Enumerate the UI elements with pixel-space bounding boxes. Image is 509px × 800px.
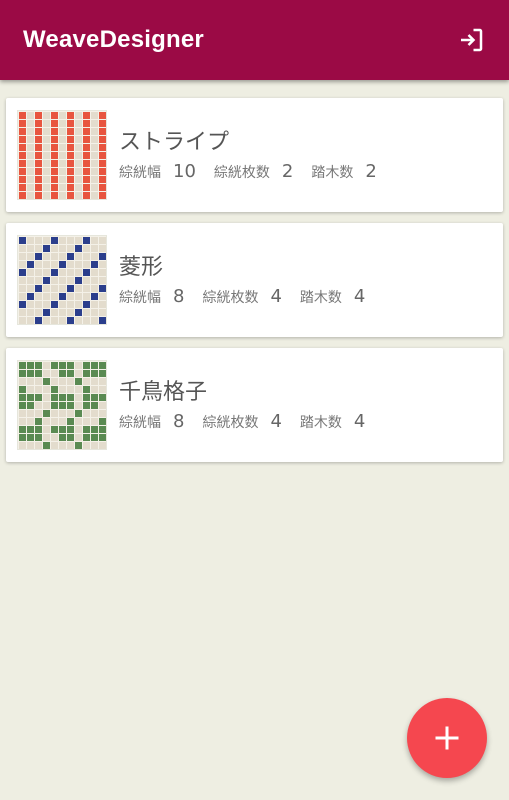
logout-button[interactable]: [453, 22, 489, 58]
shaft-count-value: 4: [270, 411, 282, 432]
design-card-houndstooth[interactable]: 千鳥格子 綜絖幅 8 綜絖枚数 4 踏木数 4: [6, 348, 503, 462]
design-card-stripe[interactable]: ストライプ 綜絖幅 10 綜絖枚数 2 踏木数 2: [6, 98, 503, 212]
heddle-width-label: 綜絖幅: [119, 415, 161, 431]
shaft-count-label: 綜絖枚数: [202, 415, 259, 431]
design-stats: 綜絖幅 10 綜絖枚数 2 踏木数 2: [119, 161, 395, 182]
design-list: ストライプ 綜絖幅 10 綜絖枚数 2 踏木数 2 菱形 綜絖幅 8 綜絖枚数 …: [6, 98, 503, 473]
design-title: ストライプ: [119, 130, 230, 155]
heddle-width-label: 綜絖幅: [119, 165, 161, 181]
treadle-count-label: 踏木数: [299, 290, 342, 306]
design-title: 菱形: [119, 255, 164, 280]
app-title: WeaveDesigner: [23, 26, 204, 53]
design-stats: 綜絖幅 8 綜絖枚数 4 踏木数 4: [119, 286, 383, 307]
treadle-count-label: 踏木数: [299, 415, 342, 431]
heddle-width-label: 綜絖幅: [119, 290, 161, 306]
diamond-pattern-thumbnail: [17, 235, 107, 325]
shaft-count-value: 2: [281, 161, 294, 182]
design-title: 千鳥格子: [119, 380, 208, 405]
heddle-width-value: 10: [173, 161, 196, 182]
treadle-count-value: 2: [365, 161, 377, 182]
design-stats: 綜絖幅 8 綜絖枚数 4 踏木数 4: [119, 411, 383, 432]
treadle-count-value: 4: [353, 411, 366, 432]
treadle-count-label: 踏木数: [311, 165, 354, 181]
app-bar: WeaveDesigner: [0, 0, 509, 80]
heddle-width-value: 8: [173, 411, 185, 432]
stripe-pattern-thumbnail: [17, 110, 107, 200]
houndstooth-pattern-thumbnail: [17, 360, 107, 450]
design-card-diamond[interactable]: 菱形 綜絖幅 8 綜絖枚数 4 踏木数 4: [6, 223, 503, 337]
treadle-count-value: 4: [353, 286, 366, 307]
add-design-button[interactable]: [407, 698, 487, 778]
heddle-width-value: 8: [173, 286, 185, 307]
shaft-count-value: 4: [270, 286, 282, 307]
shaft-count-label: 綜絖枚数: [213, 165, 270, 181]
logout-icon: [461, 28, 483, 52]
shaft-count-label: 綜絖枚数: [202, 290, 259, 306]
plus-icon: [435, 726, 459, 750]
